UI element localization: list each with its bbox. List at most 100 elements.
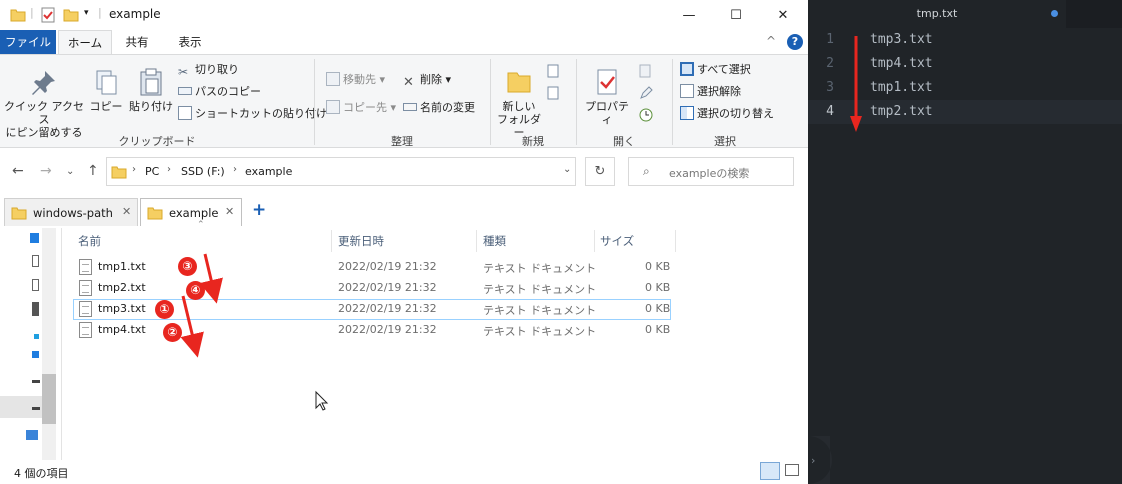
delete-x-icon: ✕ <box>403 75 414 90</box>
file-row[interactable]: tmp1.txt 2022/02/19 21:32 テキスト ドキュメント 0 … <box>73 257 671 278</box>
copy-path-button[interactable]: パスのコピー <box>178 83 261 101</box>
close-tab-icon[interactable]: ✕ <box>225 205 234 218</box>
copy-path-icon <box>178 87 192 95</box>
column-header-size[interactable]: サイズ <box>600 230 634 252</box>
nav-document-icon[interactable] <box>32 255 39 267</box>
new-tab-plus-icon[interactable]: + <box>252 200 266 220</box>
file-explorer-window: | ▾ | example — ☐ ✕ ファイル ホーム 共有 表示 ^ ? ク… <box>0 0 808 484</box>
column-divider[interactable] <box>594 230 595 252</box>
tab-share[interactable]: 共有 <box>114 30 160 54</box>
search-box[interactable]: ⌕ exampleの検索 <box>628 157 794 186</box>
rename-button[interactable]: 名前の変更 <box>403 99 475 117</box>
annotation-badge-4: ④ <box>186 281 205 300</box>
select-none-button[interactable]: 選択解除 <box>680 83 741 101</box>
breadcrumb-example[interactable]: example <box>245 165 292 178</box>
invert-selection-button[interactable]: 選択の切り替え <box>680 105 774 123</box>
breadcrumb-chevron-icon[interactable]: › <box>132 164 136 175</box>
properties-check-icon[interactable] <box>40 7 56 23</box>
nav-scrollbar[interactable] <box>42 228 56 460</box>
breadcrumb-chevron-icon[interactable]: › <box>167 164 171 175</box>
column-header-modified[interactable]: 更新日時 <box>338 230 384 252</box>
column-divider[interactable] <box>476 230 477 252</box>
nav-video-icon[interactable] <box>32 302 39 316</box>
column-header-type[interactable]: 種類 <box>483 230 506 252</box>
history-icon[interactable] <box>638 107 654 123</box>
nav-windows-icon[interactable] <box>32 351 39 358</box>
column-divider[interactable] <box>331 230 332 252</box>
quick-access-dropdown-icon[interactable]: ▾ <box>84 8 89 18</box>
paste-shortcut-icon <box>178 106 192 120</box>
details-view-icon[interactable] <box>760 462 780 480</box>
properties-button[interactable]: プロパティ <box>582 67 632 126</box>
recent-chevron-down-icon[interactable]: ⌄ <box>66 166 74 177</box>
forward-icon[interactable]: → <box>40 163 52 179</box>
column-divider[interactable] <box>675 230 676 252</box>
tab-home[interactable]: ホーム <box>58 30 112 54</box>
close-tab-icon[interactable]: ✕ <box>122 205 131 218</box>
refresh-button[interactable]: ↻ <box>585 157 615 186</box>
paste-button[interactable]: 貼り付け <box>128 67 174 113</box>
folder-tab-example[interactable]: example ✕ <box>140 198 242 226</box>
new-folder-button[interactable]: 新しい フォルダー <box>494 67 544 139</box>
close-button[interactable]: ✕ <box>760 0 806 30</box>
nav-music-icon[interactable] <box>34 334 39 339</box>
file-type: テキスト ドキュメント <box>483 325 597 338</box>
move-to-label: 移動先 <box>343 73 376 86</box>
delete-label: 削除 <box>420 73 442 86</box>
nav-drive-icon[interactable] <box>32 380 40 383</box>
collapse-ribbon-icon[interactable]: ^ <box>766 34 776 48</box>
up-icon[interactable]: ↑ <box>87 163 99 179</box>
copy-to-button[interactable]: コピー先 ▾ <box>326 99 396 117</box>
nav-drive-icon[interactable] <box>32 407 40 410</box>
folder-icon <box>11 207 27 220</box>
breadcrumb-ssd[interactable]: SSD (F:) <box>181 165 225 178</box>
nav-network-icon[interactable] <box>26 430 38 440</box>
title-bar: | ▾ | example — ☐ ✕ <box>0 0 808 30</box>
folder-icon <box>111 166 127 179</box>
window-title: example <box>109 7 161 21</box>
file-size: 0 KB <box>645 323 671 336</box>
text-editor-window: tmp.txt 1 tmp3.txt 2 tmp4.txt 3 tmp1.txt… <box>808 0 1122 484</box>
back-icon[interactable]: ← <box>12 163 24 179</box>
cut-button[interactable]: ✂ 切り取り <box>178 61 239 79</box>
new-item-icon[interactable] <box>546 63 562 79</box>
tab-view[interactable]: 表示 <box>166 30 214 54</box>
delete-button[interactable]: ✕ 削除 ▾ <box>403 71 451 90</box>
address-dropdown-icon[interactable]: ⌄ <box>563 164 571 175</box>
open-icon[interactable] <box>638 63 654 79</box>
refresh-icon: ↻ <box>594 164 606 179</box>
rename-icon <box>403 103 417 111</box>
paste-shortcut-button[interactable]: ショートカットの貼り付け <box>178 105 327 123</box>
breadcrumb-chevron-icon[interactable]: › <box>233 164 237 175</box>
editor-annotation: › <box>808 36 862 484</box>
file-row[interactable]: tmp2.txt 2022/02/19 21:32 テキスト ドキュメント 0 … <box>73 278 671 299</box>
move-to-button[interactable]: 移動先 ▾ <box>326 71 385 89</box>
large-icons-view-icon[interactable] <box>785 464 799 476</box>
status-bar: 4 個の項目 <box>0 460 808 484</box>
nav-scrollbar-thumb[interactable] <box>42 374 56 424</box>
text-file-icon <box>79 280 92 296</box>
chevron-right-icon[interactable]: › <box>811 454 815 467</box>
help-icon[interactable]: ? <box>787 34 803 50</box>
nav-desktop-icon[interactable] <box>30 233 39 243</box>
easy-access-icon[interactable] <box>546 85 562 101</box>
address-box[interactable]: › PC › SSD (F:) › example ⌄ <box>106 157 576 186</box>
new-folder-quick-icon[interactable] <box>63 7 79 23</box>
folder-tab-bar: windows-path ✕ example ✕ + <box>0 196 808 228</box>
copy-path-label: パスのコピー <box>195 85 261 98</box>
select-all-button[interactable]: すべて選択 <box>680 61 751 79</box>
breadcrumb-pc[interactable]: PC <box>145 165 159 178</box>
column-header-name[interactable]: 名前 <box>78 230 101 252</box>
tab-file[interactable]: ファイル <box>0 30 56 54</box>
copy-button[interactable]: コピー <box>88 67 124 113</box>
paste-icon <box>140 68 162 96</box>
sort-chevron-up-icon: ⌃ <box>197 220 205 230</box>
folder-icon <box>10 9 26 22</box>
nav-document-icon[interactable] <box>32 279 39 291</box>
edit-icon[interactable] <box>638 85 654 101</box>
pin-quick-access-button[interactable]: クイック アクセス にピン留めする <box>4 67 84 139</box>
folder-tab-windows-path[interactable]: windows-path ✕ <box>4 198 138 226</box>
maximize-button[interactable]: ☐ <box>713 0 759 30</box>
minimize-button[interactable]: — <box>666 0 712 30</box>
folder-icon <box>147 207 163 220</box>
